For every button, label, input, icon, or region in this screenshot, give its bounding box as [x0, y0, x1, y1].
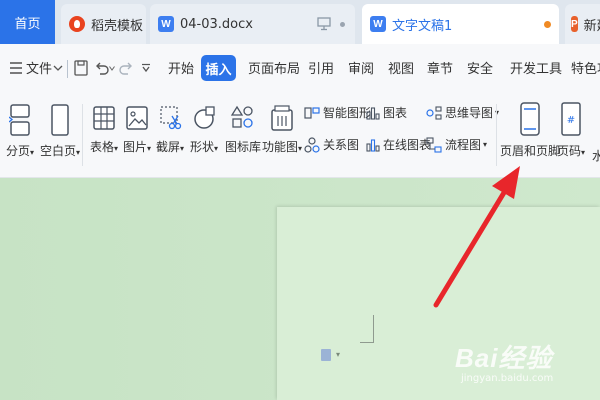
watermark-brand: Bai经验 [455, 343, 553, 373]
watermark-url: jingyan.baidu.com [461, 373, 554, 384]
baidu-jingyan-watermark: Bai经验 jingyan.baidu.com [455, 338, 553, 384]
